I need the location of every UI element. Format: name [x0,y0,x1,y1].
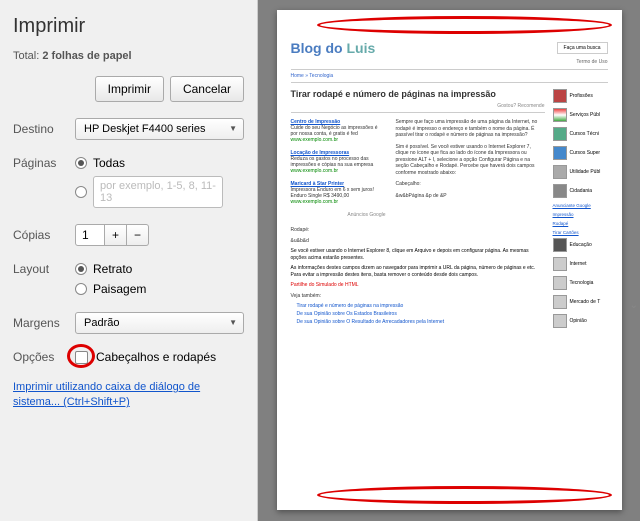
annotation-footer-ellipse [317,486,612,504]
pages-range-radio[interactable] [75,186,87,198]
layout-landscape-label: Paisagem [93,282,146,296]
margins-label: Margens [13,316,75,330]
copies-plus[interactable]: + [105,224,127,246]
pages-all-radio[interactable] [75,157,87,169]
category-sidebar: Profissões Serviços Públ Cursos Técni Cu… [553,89,608,333]
cat-icon [553,276,567,290]
blog-search[interactable]: Faça uma busca [557,42,608,54]
action-buttons: Imprimir Cancelar [13,76,244,102]
cat-icon [553,89,567,103]
layout-row: Layout Retrato Paisagem [13,262,244,296]
layout-portrait-label: Retrato [93,262,132,276]
chevron-down-icon[interactable]: ⌄ [630,300,638,311]
blog-title: Blog do Luis [291,40,376,56]
pages-label: Páginas [13,156,75,170]
copies-label: Cópias [13,228,75,242]
cancel-button[interactable]: Cancelar [170,76,244,102]
cat-icon [553,146,567,160]
total-sheets: Total: 2 folhas de papel [13,50,244,62]
cat-icon [553,257,567,271]
options-label: Opções [13,350,75,364]
copies-minus[interactable]: − [127,224,149,246]
pages-all-label: Todas [93,156,125,170]
preview-page: Blog do Luis Faça uma busca Termo de Uso… [277,10,622,510]
dialog-title: Imprimir [13,15,244,38]
terms-link[interactable]: Termo de Uso [291,59,608,65]
ad-links: Centro de ImpressãoCuide do seu Negócio … [291,119,386,222]
recommend-line: Gostou? Recomende [291,103,545,113]
cat-icon [553,127,567,141]
print-button[interactable]: Imprimir [95,76,164,102]
cat-icon [553,108,567,122]
headers-footers-checkbox[interactable] [75,351,88,364]
preview-pane: Blog do Luis Faça uma busca Termo de Uso… [258,0,640,521]
google-ads-label: Anúncios Google [291,212,386,218]
cat-icon [553,295,567,309]
copies-input[interactable]: 1 [75,224,105,246]
layout-landscape-radio[interactable] [75,283,87,295]
layout-portrait-radio[interactable] [75,263,87,275]
print-sidebar: Imprimir Total: 2 folhas de papel Imprim… [0,0,258,521]
destination-row: Destino HP Deskjet F4400 series [13,118,244,140]
margins-select[interactable]: Padrão [75,312,244,334]
annotation-header-ellipse [317,16,612,34]
cat-icon [553,314,567,328]
destination-select[interactable]: HP Deskjet F4400 series [75,118,244,140]
article-body: Sempre que faço uma impressão de uma pág… [396,119,545,222]
system-dialog-link[interactable]: Imprimir utilizando caixa de diálogo de … [13,380,244,411]
copies-row: Cópias 1 + − [13,224,244,246]
cat-icon [553,238,567,252]
options-row: Opções Cabeçalhos e rodapés [13,350,244,364]
cat-icon [553,165,567,179]
article: Tirar rodapé e número de páginas na impr… [291,89,545,333]
cat-icon [553,184,567,198]
margins-row: Margens Padrão [13,312,244,334]
see-also-links: Tirar rodapé e número de páginas na impr… [297,302,545,326]
layout-label: Layout [13,262,75,276]
pages-range-input[interactable]: por exemplo, 1-5, 8, 11-13 [93,176,223,208]
headers-footers-label: Cabeçalhos e rodapés [96,350,216,364]
breadcrumb: Home » Tecnologia [291,69,608,83]
pages-row: Páginas Todas por exemplo, 1-5, 8, 11-13 [13,156,244,208]
article-title: Tirar rodapé e número de páginas na impr… [291,89,545,99]
destination-label: Destino [13,122,75,136]
